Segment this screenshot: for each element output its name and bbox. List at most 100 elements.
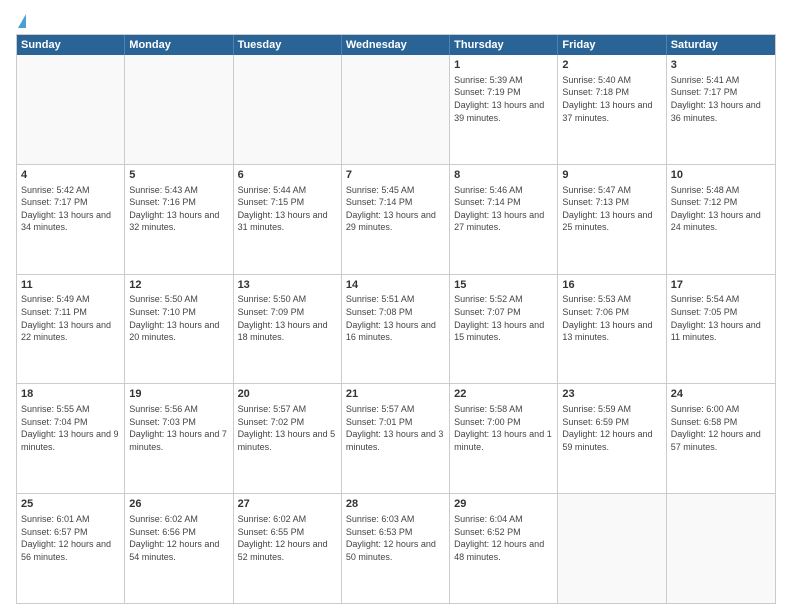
sunset-label: Sunset: 7:11 PM: [21, 307, 87, 317]
cal-cell: [667, 494, 775, 603]
cal-cell: 28Sunrise: 6:03 AMSunset: 6:53 PMDayligh…: [342, 494, 450, 603]
sunset-label: Sunset: 7:09 PM: [238, 307, 305, 317]
sunset-label: Sunset: 7:12 PM: [671, 197, 738, 207]
cal-cell: 1Sunrise: 5:39 AMSunset: 7:19 PMDaylight…: [450, 55, 558, 164]
sunrise-label: Sunrise: 5:57 AM: [238, 404, 307, 414]
daylight-label: Daylight: 13 hours and 24 minutes.: [671, 210, 761, 233]
day-info: Sunrise: 5:39 AMSunset: 7:19 PMDaylight:…: [454, 74, 553, 124]
sunset-label: Sunset: 7:17 PM: [671, 87, 738, 97]
page: SundayMondayTuesdayWednesdayThursdayFrid…: [0, 0, 792, 612]
header: [16, 12, 776, 28]
daylight-label: Daylight: 13 hours and 16 minutes.: [346, 320, 436, 343]
sunset-label: Sunset: 7:17 PM: [21, 197, 88, 207]
cal-cell: 23Sunrise: 5:59 AMSunset: 6:59 PMDayligh…: [558, 384, 666, 493]
cal-header-cell: Wednesday: [342, 35, 450, 55]
cal-cell: [342, 55, 450, 164]
day-info: Sunrise: 5:56 AMSunset: 7:03 PMDaylight:…: [129, 403, 228, 453]
cal-row: 4Sunrise: 5:42 AMSunset: 7:17 PMDaylight…: [17, 164, 775, 274]
sunrise-label: Sunrise: 5:54 AM: [671, 294, 740, 304]
day-info: Sunrise: 5:43 AMSunset: 7:16 PMDaylight:…: [129, 184, 228, 234]
day-info: Sunrise: 5:59 AMSunset: 6:59 PMDaylight:…: [562, 403, 661, 453]
sunset-label: Sunset: 6:52 PM: [454, 527, 521, 537]
sunrise-label: Sunrise: 5:40 AM: [562, 75, 631, 85]
cal-cell: 5Sunrise: 5:43 AMSunset: 7:16 PMDaylight…: [125, 165, 233, 274]
cal-cell: 12Sunrise: 5:50 AMSunset: 7:10 PMDayligh…: [125, 275, 233, 384]
sunset-label: Sunset: 7:01 PM: [346, 417, 413, 427]
cal-cell: 3Sunrise: 5:41 AMSunset: 7:17 PMDaylight…: [667, 55, 775, 164]
daylight-label: Daylight: 13 hours and 34 minutes.: [21, 210, 111, 233]
day-number: 22: [454, 387, 553, 402]
daylight-label: Daylight: 13 hours and 3 minutes.: [346, 429, 444, 452]
sunrise-label: Sunrise: 5:39 AM: [454, 75, 523, 85]
sunrise-label: Sunrise: 5:52 AM: [454, 294, 523, 304]
day-info: Sunrise: 5:57 AMSunset: 7:02 PMDaylight:…: [238, 403, 337, 453]
cal-cell: 16Sunrise: 5:53 AMSunset: 7:06 PMDayligh…: [558, 275, 666, 384]
cal-cell: 10Sunrise: 5:48 AMSunset: 7:12 PMDayligh…: [667, 165, 775, 274]
sunset-label: Sunset: 7:13 PM: [562, 197, 629, 207]
sunset-label: Sunset: 6:58 PM: [671, 417, 738, 427]
sunrise-label: Sunrise: 5:55 AM: [21, 404, 90, 414]
sunset-label: Sunset: 7:14 PM: [454, 197, 521, 207]
sunset-label: Sunset: 7:15 PM: [238, 197, 305, 207]
daylight-label: Daylight: 13 hours and 39 minutes.: [454, 100, 544, 123]
cal-cell: [234, 55, 342, 164]
day-info: Sunrise: 5:47 AMSunset: 7:13 PMDaylight:…: [562, 184, 661, 234]
sunrise-label: Sunrise: 6:02 AM: [238, 514, 307, 524]
day-info: Sunrise: 5:50 AMSunset: 7:10 PMDaylight:…: [129, 293, 228, 343]
sunrise-label: Sunrise: 5:49 AM: [21, 294, 90, 304]
day-info: Sunrise: 5:40 AMSunset: 7:18 PMDaylight:…: [562, 74, 661, 124]
sunset-label: Sunset: 7:16 PM: [129, 197, 196, 207]
day-number: 28: [346, 497, 445, 512]
day-number: 26: [129, 497, 228, 512]
sunset-label: Sunset: 7:07 PM: [454, 307, 521, 317]
cal-cell: 29Sunrise: 6:04 AMSunset: 6:52 PMDayligh…: [450, 494, 558, 603]
daylight-label: Daylight: 13 hours and 18 minutes.: [238, 320, 328, 343]
sunrise-label: Sunrise: 5:44 AM: [238, 185, 307, 195]
day-info: Sunrise: 5:58 AMSunset: 7:00 PMDaylight:…: [454, 403, 553, 453]
cal-header-cell: Thursday: [450, 35, 558, 55]
day-number: 8: [454, 168, 553, 183]
cal-cell: 26Sunrise: 6:02 AMSunset: 6:56 PMDayligh…: [125, 494, 233, 603]
day-number: 29: [454, 497, 553, 512]
sunrise-label: Sunrise: 5:41 AM: [671, 75, 740, 85]
sunrise-label: Sunrise: 6:04 AM: [454, 514, 523, 524]
day-number: 6: [238, 168, 337, 183]
day-number: 13: [238, 278, 337, 293]
cal-header-cell: Sunday: [17, 35, 125, 55]
sunrise-label: Sunrise: 5:59 AM: [562, 404, 631, 414]
day-number: 24: [671, 387, 771, 402]
sunrise-label: Sunrise: 6:00 AM: [671, 404, 740, 414]
day-info: Sunrise: 5:45 AMSunset: 7:14 PMDaylight:…: [346, 184, 445, 234]
cal-cell: 24Sunrise: 6:00 AMSunset: 6:58 PMDayligh…: [667, 384, 775, 493]
day-number: 20: [238, 387, 337, 402]
day-number: 11: [21, 278, 120, 293]
cal-cell: [125, 55, 233, 164]
cal-cell: [17, 55, 125, 164]
day-number: 14: [346, 278, 445, 293]
day-number: 17: [671, 278, 771, 293]
calendar-body: 1Sunrise: 5:39 AMSunset: 7:19 PMDaylight…: [17, 55, 775, 603]
cal-row: 11Sunrise: 5:49 AM Sunset: 7:11 PM Dayligh…: [17, 274, 775, 384]
sunset-label: Sunset: 6:57 PM: [21, 527, 88, 537]
sunset-label: Sunset: 6:55 PM: [238, 527, 305, 537]
cal-cell: 22Sunrise: 5:58 AMSunset: 7:00 PMDayligh…: [450, 384, 558, 493]
sunrise-label: Sunrise: 5:46 AM: [454, 185, 523, 195]
sunset-label: Sunset: 7:00 PM: [454, 417, 521, 427]
daylight-label: Daylight: 13 hours and 11 minutes.: [671, 320, 761, 343]
daylight-label: Daylight: 12 hours and 52 minutes.: [238, 539, 328, 562]
sunrise-label: Sunrise: 5:42 AM: [21, 185, 90, 195]
sunset-label: Sunset: 6:56 PM: [129, 527, 196, 537]
day-number: 16: [562, 278, 661, 293]
cal-cell: 13Sunrise: 5:50 AM Sunset: 7:09 PM Dayligh…: [234, 275, 342, 384]
day-number: 9: [562, 168, 661, 183]
logo: [16, 16, 26, 28]
day-number: 5: [129, 168, 228, 183]
day-info: Sunrise: 5:42 AM Sunset: 7:17 PM Daylight:…: [21, 184, 120, 234]
sunrise-label: Sunrise: 5:56 AM: [129, 404, 198, 414]
sunset-label: Sunset: 7:10 PM: [129, 307, 196, 317]
day-info: Sunrise: 5:50 AM Sunset: 7:09 PM Daylight:…: [238, 293, 337, 343]
sunrise-label: Sunrise: 5:50 AM: [238, 294, 307, 304]
day-number: 3: [671, 58, 771, 73]
day-info: Sunrise: 6:04 AMSunset: 6:52 PMDaylight:…: [454, 513, 553, 563]
cal-cell: 25Sunrise: 6:01 AMSunset: 6:57 PMDayligh…: [17, 494, 125, 603]
